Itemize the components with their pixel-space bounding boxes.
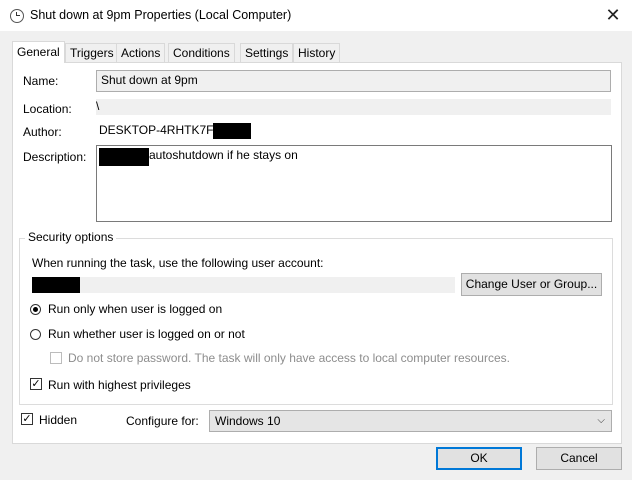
checkmark-icon: ✓ bbox=[31, 378, 41, 390]
highest-privileges-checkbox[interactable]: ✓ bbox=[30, 378, 42, 390]
security-options-title: Security options bbox=[25, 230, 117, 244]
store-password-label: Do not store password. The task will onl… bbox=[68, 351, 510, 365]
chevron-down-icon: ⌵ bbox=[597, 415, 605, 426]
tab-settings[interactable]: Settings bbox=[240, 43, 294, 63]
hidden-label[interactable]: Hidden bbox=[39, 413, 77, 427]
highest-privileges-label[interactable]: Run with highest privileges bbox=[48, 378, 191, 392]
radio-whether-logged-on-label[interactable]: Run whether user is logged on or not bbox=[48, 327, 245, 341]
close-button[interactable]: ✕ bbox=[598, 2, 628, 28]
configure-for-dropdown[interactable]: Windows 10 ⌵ bbox=[209, 410, 612, 432]
tab-actions[interactable]: Actions bbox=[116, 43, 166, 63]
redaction-bar bbox=[213, 123, 252, 139]
radio-whether-logged-on[interactable] bbox=[30, 329, 41, 340]
description-label: Description: bbox=[23, 150, 87, 164]
redaction-bar bbox=[32, 277, 80, 293]
window-title: Shut down at 9pm Properties (Local Compu… bbox=[30, 8, 292, 22]
description-field[interactable]: autoshutdown if he stays on bbox=[96, 145, 612, 222]
description-value: autoshutdown if he stays on bbox=[149, 148, 298, 162]
author-label: Author: bbox=[23, 125, 62, 139]
account-prompt: When running the task, use the following… bbox=[32, 256, 324, 270]
redaction-bar bbox=[99, 148, 149, 166]
clock-icon bbox=[10, 9, 24, 23]
checkmark-icon: ✓ bbox=[22, 413, 32, 425]
name-label: Name: bbox=[23, 74, 59, 88]
store-password-checkbox[interactable] bbox=[50, 352, 62, 364]
author-value: DESKTOP-4RHTK7F bbox=[99, 123, 214, 137]
tab-general[interactable]: General bbox=[12, 41, 65, 63]
radio-logged-on-label[interactable]: Run only when user is logged on bbox=[48, 302, 222, 316]
name-field[interactable]: Shut down at 9pm bbox=[96, 70, 611, 92]
ok-button[interactable]: OK bbox=[436, 447, 522, 470]
tab-conditions[interactable]: Conditions bbox=[168, 43, 235, 63]
author-field[interactable]: DESKTOP-4RHTK7F bbox=[99, 123, 252, 139]
cancel-button[interactable]: Cancel bbox=[536, 447, 622, 470]
user-account-field bbox=[32, 277, 455, 293]
configure-for-label: Configure for: bbox=[126, 414, 199, 428]
location-value: \ bbox=[96, 99, 100, 113]
tab-triggers[interactable]: Triggers bbox=[65, 43, 119, 63]
hidden-checkbox[interactable]: ✓ bbox=[21, 413, 33, 425]
location-field[interactable]: \ bbox=[96, 99, 611, 115]
tab-history[interactable]: History bbox=[293, 43, 341, 63]
configure-for-value: Windows 10 bbox=[215, 414, 281, 428]
change-user-button[interactable]: Change User or Group... bbox=[461, 273, 602, 296]
radio-logged-on[interactable] bbox=[30, 304, 41, 315]
location-label: Location: bbox=[23, 102, 72, 116]
title-bar: Shut down at 9pm Properties (Local Compu… bbox=[0, 0, 632, 31]
